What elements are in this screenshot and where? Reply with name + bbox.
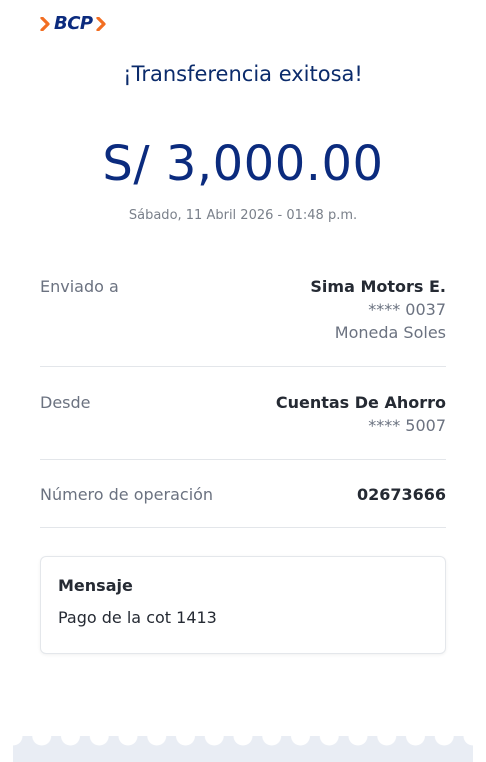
source-account-type: Cuentas De Ahorro (275, 393, 446, 412)
chevron-left-logo-icon (40, 17, 50, 31)
transfer-datetime: Sábado, 11 Abril 2026 - 01:48 p.m. (128, 208, 358, 223)
divider (40, 366, 446, 367)
message-title: Mensaje (58, 576, 133, 595)
source-label: Desde (40, 393, 91, 412)
operation-number: 02673666 (356, 485, 446, 504)
message-card: Mensaje Pago de la cot 1413 (40, 556, 446, 654)
recipient-account: **** 0037 (368, 300, 446, 319)
operation-label: Número de operación (40, 485, 214, 504)
recipient-label: Enviado a (40, 277, 119, 296)
recipient-values: Sima Motors E. **** 0037 Moneda Soles (310, 276, 446, 344)
recipient-currency: Moneda Soles (334, 323, 446, 342)
operation-row: Número de operación 02673666 (40, 484, 446, 508)
receipt-edge-icon (13, 736, 473, 762)
divider (40, 459, 446, 460)
operation-values: 02673666 (357, 484, 446, 506)
source-account: **** 5007 (368, 416, 446, 435)
chevron-right-logo-icon (96, 17, 106, 31)
transfer-amount: S/ 3,000.00 (102, 136, 384, 192)
bcp-logo: BCP (40, 12, 107, 36)
recipient-name: Sima Motors E. (310, 277, 446, 296)
recipient-row: Enviado a Sima Motors E. **** 0037 Moned… (40, 276, 446, 348)
message-text: Pago de la cot 1413 (58, 608, 217, 627)
page-title: ¡Transferencia exitosa! (123, 62, 363, 86)
source-values: Cuentas De Ahorro **** 5007 (276, 392, 446, 437)
source-row: Desde Cuentas De Ahorro **** 5007 (40, 392, 446, 440)
logo-text: BCP (54, 13, 93, 34)
divider (40, 527, 446, 528)
